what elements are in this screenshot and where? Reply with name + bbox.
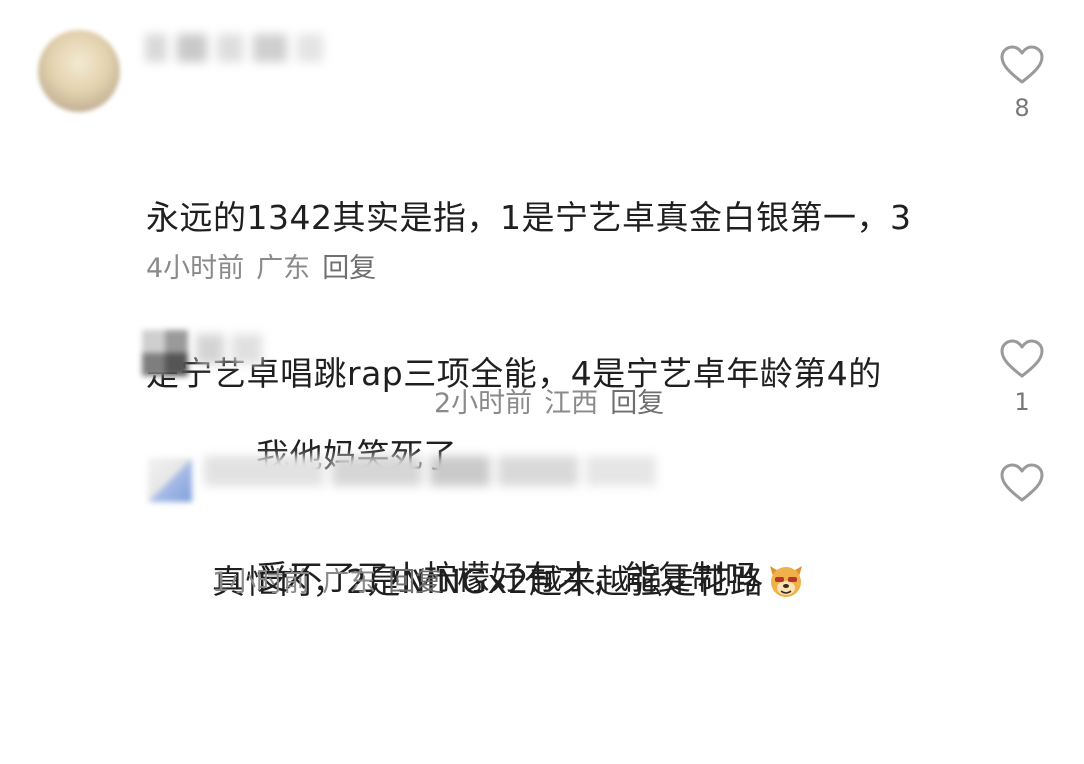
dog-face-emoji-icon (769, 566, 802, 597)
like-count: 8 (1014, 94, 1030, 122)
comment-meta: 4小时前 广东 回复 (146, 252, 388, 286)
comment-text-line: 永远的1342其实是指，1是宁艺卓真金白银第一，3 (146, 198, 912, 237)
avatar[interactable] (142, 330, 188, 376)
avatar[interactable] (38, 30, 120, 112)
avatar[interactable] (148, 458, 192, 502)
heart-outline-icon (1000, 463, 1044, 502)
like-count: 1 (1014, 388, 1030, 416)
comment-location: 江西 (544, 388, 599, 419)
username-blurred[interactable] (145, 34, 325, 62)
like-button[interactable] (992, 462, 1052, 512)
comment-location: 广东 (256, 253, 311, 284)
username-blurred[interactable] (204, 456, 674, 486)
comment-time: 2小时前 (434, 388, 533, 419)
comment-meta: 1小时前 广东 回复 (212, 566, 454, 600)
comment-time: 4小时前 (146, 253, 245, 284)
comment-time: 1小时前 (212, 567, 311, 598)
comment-location: 广东 (322, 567, 377, 598)
heart-outline-icon (1000, 45, 1044, 84)
heart-outline-icon (1000, 339, 1044, 378)
username-blurred[interactable] (196, 334, 276, 364)
reply-button[interactable]: 回复 (322, 253, 376, 284)
reply-button[interactable]: 回复 (388, 567, 442, 598)
like-button[interactable]: 1 (992, 338, 1052, 416)
like-button[interactable]: 8 (992, 44, 1052, 122)
reply-button[interactable]: 回复 (610, 388, 664, 419)
comment-meta: 2小时前 江西 回复 (434, 387, 676, 421)
